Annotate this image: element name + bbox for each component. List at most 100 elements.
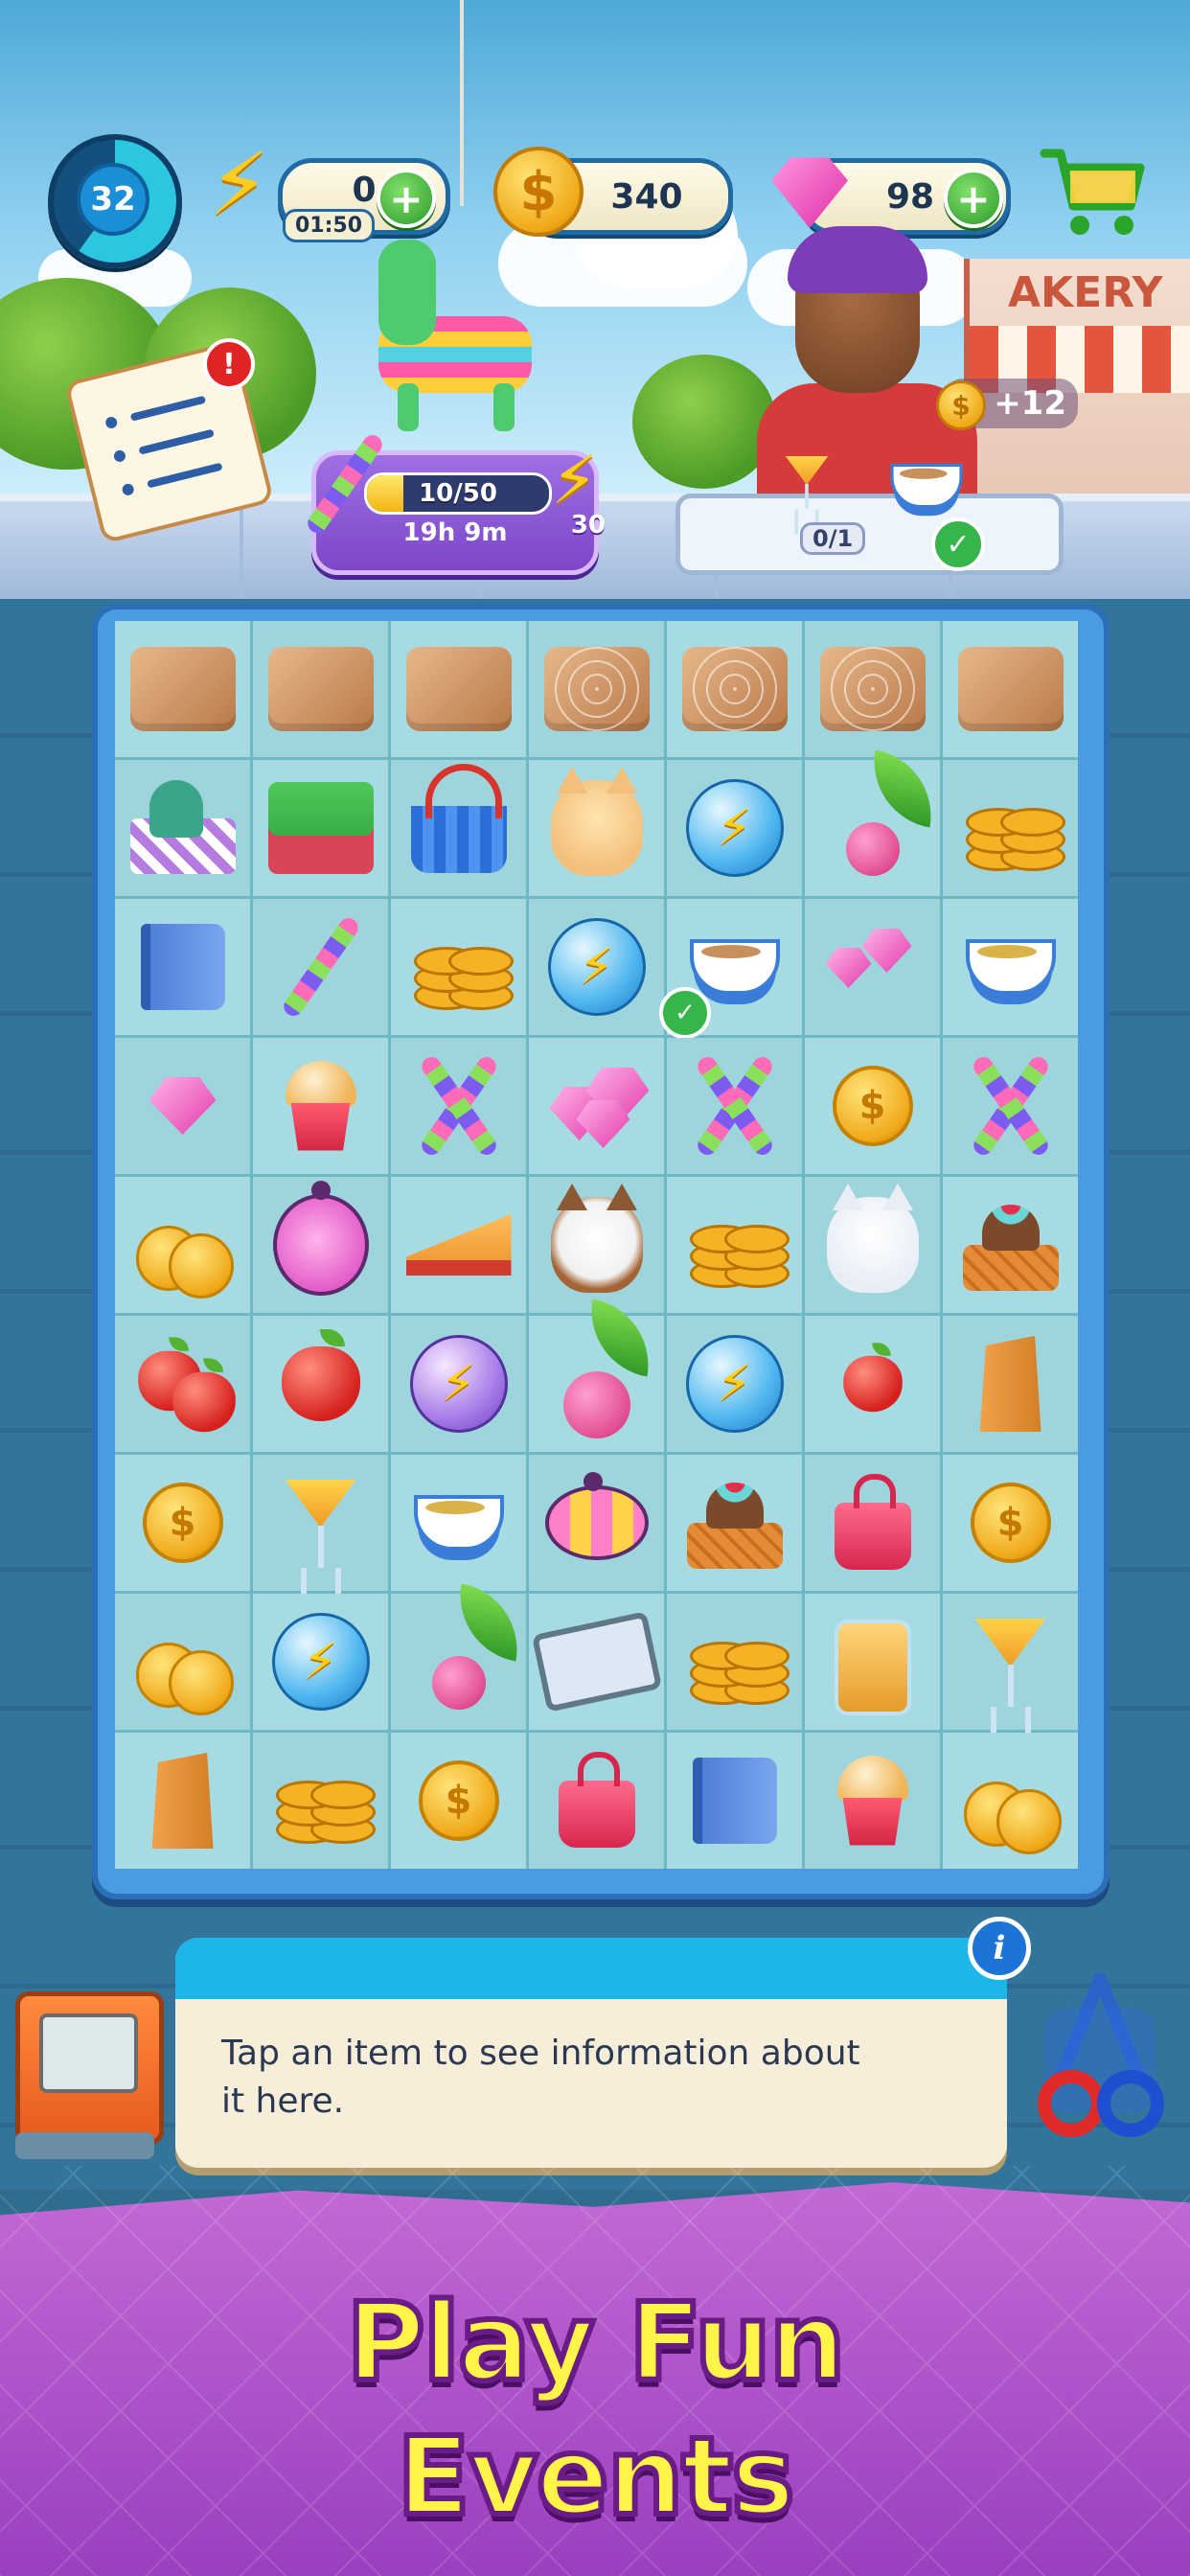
- board-cell[interactable]: [391, 1038, 526, 1174]
- apple-item[interactable]: [281, 1329, 360, 1421]
- add-gems-button[interactable]: +: [944, 169, 1003, 228]
- board-cell[interactable]: [529, 1594, 664, 1730]
- board-cell[interactable]: [805, 1455, 940, 1591]
- board-cell[interactable]: [529, 760, 664, 896]
- board-cell[interactable]: [943, 1594, 1078, 1730]
- board-cell[interactable]: [529, 1316, 664, 1452]
- orb-blue-item[interactable]: ⚡: [685, 779, 784, 877]
- tea-cup-item[interactable]: [413, 1495, 504, 1551]
- coins-item[interactable]: [958, 1753, 1064, 1854]
- board-cell[interactable]: $: [391, 1733, 526, 1869]
- radish-item[interactable]: [845, 822, 900, 876]
- board-cell[interactable]: [253, 1316, 388, 1452]
- board-cell[interactable]: [529, 1038, 664, 1174]
- board-cell[interactable]: [115, 621, 250, 757]
- bats-item[interactable]: [958, 1048, 1064, 1163]
- board-cell[interactable]: ⚡: [667, 1316, 802, 1452]
- orb-purple-item[interactable]: ⚡: [409, 1335, 508, 1433]
- purse-item[interactable]: [558, 1752, 635, 1848]
- box-item[interactable]: [129, 647, 236, 731]
- web-pie-item[interactable]: [681, 647, 788, 731]
- scissors-tool-icon[interactable]: [1023, 1969, 1177, 2151]
- basket-item[interactable]: [410, 764, 507, 873]
- box-item[interactable]: [267, 647, 374, 731]
- info-button[interactable]: i: [968, 1917, 1031, 1980]
- coin-item[interactable]: $: [970, 1483, 1051, 1563]
- board-cell[interactable]: [805, 1594, 940, 1730]
- board-cell[interactable]: [115, 1594, 250, 1730]
- board-cell[interactable]: [943, 760, 1078, 896]
- pinata-event-icon[interactable]: [359, 211, 532, 441]
- board-cell[interactable]: ⚡: [529, 899, 664, 1035]
- board-cell[interactable]: [253, 1177, 388, 1313]
- coin-stack-item[interactable]: [268, 1748, 376, 1853]
- board-cell[interactable]: [943, 1733, 1078, 1869]
- muffin-item[interactable]: [830, 1755, 916, 1847]
- board-cell[interactable]: [253, 621, 388, 757]
- coins-item[interactable]: [130, 1614, 236, 1715]
- stove-item[interactable]: [267, 782, 374, 874]
- board-cell[interactable]: [943, 621, 1078, 757]
- board-cell[interactable]: [115, 1177, 250, 1313]
- coin-stack-item[interactable]: [682, 1609, 790, 1714]
- board-cell[interactable]: [391, 1594, 526, 1730]
- shop-cart-icon[interactable]: [1040, 144, 1145, 240]
- orb-blue-item[interactable]: ⚡: [271, 1613, 370, 1711]
- web-herb-item[interactable]: [543, 647, 650, 731]
- cocktail-item[interactable]: [278, 1470, 364, 1576]
- latte-check-item[interactable]: [689, 939, 780, 995]
- waffle-item[interactable]: [962, 1197, 1059, 1293]
- muffin-item[interactable]: [278, 1060, 364, 1152]
- item-generator-machine[interactable]: [15, 1991, 164, 2159]
- gems-big-item[interactable]: [544, 1058, 650, 1154]
- book-item[interactable]: [692, 1758, 777, 1844]
- coin-item[interactable]: $: [832, 1066, 913, 1146]
- board-cell[interactable]: [943, 899, 1078, 1035]
- board-cell[interactable]: [805, 1177, 940, 1313]
- board-cell[interactable]: [253, 1455, 388, 1591]
- board-cell[interactable]: [805, 899, 940, 1035]
- board-cell[interactable]: [805, 760, 940, 896]
- cat-white-item[interactable]: [826, 1184, 919, 1293]
- board-cell[interactable]: ⚡: [391, 1316, 526, 1452]
- tea-cup-item[interactable]: [965, 939, 1056, 995]
- coins-item[interactable]: [130, 1197, 236, 1299]
- board-cell[interactable]: [391, 760, 526, 896]
- pie-item[interactable]: [405, 1214, 512, 1276]
- board-cell[interactable]: [667, 1455, 802, 1591]
- gem-item[interactable]: [149, 1077, 217, 1135]
- board-cell[interactable]: [253, 1038, 388, 1174]
- board-cell[interactable]: [391, 1177, 526, 1313]
- coin-stack-item[interactable]: [958, 775, 1065, 881]
- box-item[interactable]: [405, 647, 512, 731]
- board-cell[interactable]: [115, 1316, 250, 1452]
- board-cell[interactable]: ⚡: [667, 760, 802, 896]
- board-cell[interactable]: [391, 899, 526, 1035]
- board-cell[interactable]: [391, 1455, 526, 1591]
- board-cell[interactable]: [115, 760, 250, 896]
- board-cell[interactable]: [115, 899, 250, 1035]
- radish-big-item[interactable]: [562, 1371, 630, 1438]
- coin-stack-item[interactable]: [406, 914, 514, 1020]
- cocktail-item[interactable]: [968, 1609, 1054, 1714]
- gems-item[interactable]: [820, 919, 926, 1015]
- orb-blue-item[interactable]: ⚡: [547, 918, 646, 1016]
- board-cell[interactable]: [253, 1733, 388, 1869]
- board-cell[interactable]: [529, 621, 664, 757]
- ladybug-item[interactable]: [272, 1181, 369, 1296]
- board-cell[interactable]: [115, 1733, 250, 1869]
- board-cell[interactable]: [805, 621, 940, 757]
- board-cell[interactable]: [391, 621, 526, 757]
- book-item[interactable]: [140, 924, 225, 1010]
- handbag-item[interactable]: [834, 1474, 911, 1570]
- bats-item[interactable]: [682, 1048, 788, 1163]
- board-cell[interactable]: [667, 1177, 802, 1313]
- jar-item[interactable]: [834, 1620, 911, 1715]
- bat-item[interactable]: [279, 914, 362, 1020]
- board-cell[interactable]: [943, 1316, 1078, 1452]
- bats-item[interactable]: [406, 1048, 512, 1163]
- board-cell[interactable]: [253, 760, 388, 896]
- paper-bag-item[interactable]: [979, 1336, 1041, 1432]
- board-cell[interactable]: [529, 1733, 664, 1869]
- orb-blue-item[interactable]: ⚡: [685, 1335, 784, 1433]
